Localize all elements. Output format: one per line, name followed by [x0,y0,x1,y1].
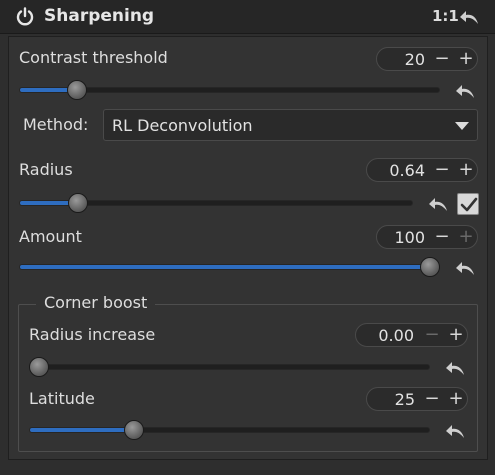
radius-increment[interactable]: + [458,159,474,181]
contrast-threshold-decrement[interactable]: − [434,48,450,70]
radius-increase-spinbox[interactable]: 0.00 − + [355,323,468,347]
amount-increment[interactable]: + [458,226,474,248]
amount-label: Amount [19,227,82,246]
sharpening-panel: Sharpening 1:1 Contrast threshold 20 − +… [0,0,495,475]
dropdown-arrow-icon [455,122,469,130]
latitude-slider[interactable] [29,427,430,433]
amount-value[interactable]: 100 [385,228,425,247]
amount-slider[interactable] [19,264,440,270]
ratio-label[interactable]: 1:1 [432,7,459,25]
panel-header[interactable]: Sharpening 1:1 [0,0,495,34]
latitude-reset-icon[interactable] [444,423,466,439]
radius-increase-value[interactable]: 0.00 [364,326,414,345]
radius-decrement[interactable]: − [434,159,450,181]
method-dropdown[interactable]: RL Deconvolution [103,109,478,141]
contrast-threshold-spinbox[interactable]: 20 − + [376,47,478,71]
radius-label: Radius [19,160,73,179]
latitude-increment[interactable]: + [448,388,464,410]
contrast-threshold-value[interactable]: 20 [385,50,425,69]
contrast-threshold-reset-icon[interactable] [454,83,476,99]
radius-increase-increment[interactable]: + [448,324,464,346]
amount-decrement[interactable]: − [434,226,450,248]
amount-reset-icon[interactable] [454,260,476,276]
radius-spinbox[interactable]: 0.64 − + [366,158,478,182]
radius-value[interactable]: 0.64 [375,161,425,180]
latitude-label: Latitude [29,389,95,408]
latitude-value[interactable]: 25 [375,390,415,409]
radius-increase-slider-handle[interactable] [29,357,49,377]
contrast-threshold-increment[interactable]: + [458,48,474,70]
radius-increase-label: Radius increase [29,325,156,344]
corner-boost-title: Corner boost [36,293,156,312]
amount-slider-handle[interactable] [420,257,440,277]
latitude-slider-fill [30,428,136,432]
radius-reset-icon[interactable] [427,196,449,212]
reset-icon[interactable] [459,8,481,26]
method-selected-value: RL Deconvolution [112,116,253,135]
radius-increase-slider[interactable] [29,364,430,370]
radius-auto-checkbox[interactable] [457,193,479,215]
radius-increase-reset-icon[interactable] [444,360,466,376]
radius-increase-decrement[interactable]: − [424,324,440,346]
contrast-threshold-slider-handle[interactable] [67,80,88,100]
amount-slider-fill [20,265,431,269]
contrast-threshold-label: Contrast threshold [19,48,168,67]
latitude-decrement[interactable]: − [424,388,440,410]
latitude-spinbox[interactable]: 25 − + [366,387,468,411]
amount-spinbox[interactable]: 100 − + [376,225,478,249]
radius-slider-handle[interactable] [67,193,88,213]
panel-title: Sharpening [44,6,155,26]
power-icon[interactable] [15,7,35,27]
checkmark-icon [460,197,478,212]
method-label: Method: [23,115,89,134]
